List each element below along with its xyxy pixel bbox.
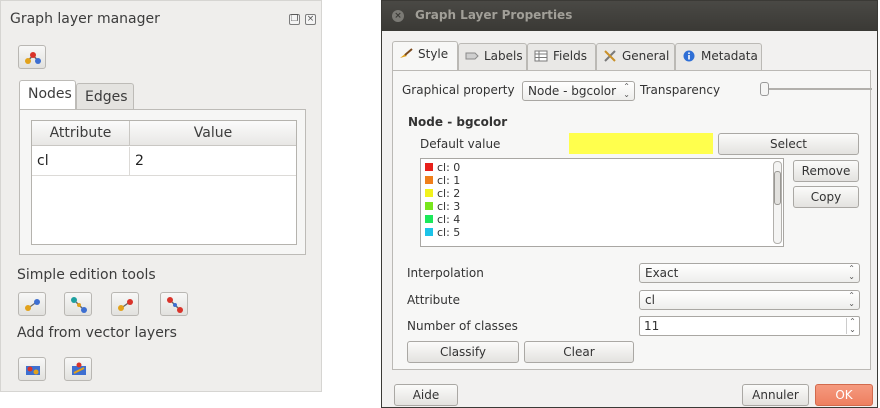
tab-fields-label: Fields: [553, 49, 587, 63]
dialog-title: Graph Layer Properties: [415, 8, 573, 22]
class-color-swatch: [425, 176, 433, 184]
class-item[interactable]: cl: 4: [425, 214, 460, 226]
cell-attribute[interactable]: cl: [32, 147, 130, 176]
help-button[interactable]: Aide: [394, 384, 458, 406]
tab-metadata-label: Metadata: [701, 49, 758, 63]
interpolation-select[interactable]: Exact ⌃ ⌄: [639, 263, 860, 283]
remove-button[interactable]: Remove: [793, 160, 859, 182]
import-nodes-button[interactable]: [18, 357, 46, 381]
number-of-classes-label: Number of classes: [407, 319, 518, 333]
move-node-button[interactable]: [111, 292, 139, 316]
tab-fields[interactable]: Fields: [527, 43, 596, 70]
table-icon: [534, 50, 548, 62]
cancel-button[interactable]: Annuler: [742, 384, 809, 406]
attribute-value: cl: [645, 293, 655, 307]
delete-node-icon: [167, 297, 183, 313]
graph-layer-properties-dialog: × Graph Layer Properties Style Labels Fi…: [381, 0, 878, 408]
dialog-titlebar: × Graph Layer Properties: [382, 1, 877, 31]
delete-node-button[interactable]: [160, 292, 188, 316]
class-list-scroll-thumb[interactable]: [774, 171, 781, 205]
brush-icon: [400, 48, 413, 58]
import-edges-button[interactable]: [64, 357, 92, 381]
attribute-label: Attribute: [407, 293, 460, 307]
graphical-property-select[interactable]: Node - bgcolor ⌃ ⌄: [522, 81, 635, 101]
class-item[interactable]: cl: 2: [425, 188, 460, 200]
spin-arrows-icon[interactable]: ⌃ ⌄: [846, 318, 858, 334]
add-node-button[interactable]: [18, 292, 46, 316]
spin-arrows-icon: ⌃ ⌄: [848, 291, 855, 308]
graphical-property-value: Node - bgcolor: [528, 84, 617, 98]
add-edge-icon: [71, 297, 87, 313]
spin-arrows-icon: ⌃ ⌄: [848, 264, 855, 281]
interpolation-label: Interpolation: [407, 266, 484, 280]
default-value-label: Default value: [420, 137, 501, 151]
header-attribute[interactable]: Attribute: [32, 121, 130, 146]
attribute-table: Attribute Value cl 2: [31, 120, 297, 245]
close-icon[interactable]: ×: [305, 14, 316, 25]
label-icon: [465, 52, 479, 60]
panel-title: Graph layer manager: [10, 11, 160, 27]
ok-button[interactable]: OK: [815, 384, 873, 406]
nodes-tab-pane: Attribute Value cl 2: [19, 109, 306, 255]
transparency-slider-handle[interactable]: [760, 82, 769, 96]
class-item[interactable]: cl: 1: [425, 175, 460, 187]
header-value[interactable]: Value: [130, 121, 296, 146]
interpolation-value: Exact: [645, 266, 679, 280]
class-color-swatch: [425, 215, 433, 223]
import-nodes-icon: [26, 366, 40, 375]
move-node-icon: [118, 299, 133, 311]
spin-arrows-icon: ⌃ ⌄: [623, 82, 630, 99]
class-color-swatch: [425, 202, 433, 210]
graphical-property-label: Graphical property: [402, 83, 515, 97]
number-of-classes-value: 11: [644, 319, 660, 333]
class-color-swatch: [425, 228, 433, 236]
select-button[interactable]: Select: [718, 133, 859, 155]
class-list[interactable]: cl: 0 cl: 1 cl: 2 cl: 3 cl: 4 cl: 5: [420, 158, 784, 247]
tab-style[interactable]: Style: [392, 41, 458, 71]
tab-general-label: General: [622, 49, 670, 63]
cell-value[interactable]: 2: [130, 147, 296, 176]
class-item[interactable]: cl: 0: [425, 162, 460, 174]
number-of-classes-spinbox[interactable]: 11 ⌃ ⌄: [639, 316, 860, 336]
tab-nodes[interactable]: Nodes: [19, 80, 76, 111]
transparency-label: Transparency: [640, 83, 721, 97]
add-edge-button[interactable]: [64, 292, 92, 316]
info-icon: [683, 50, 695, 62]
tab-edges[interactable]: Edges: [76, 83, 134, 111]
tab-general[interactable]: General: [596, 43, 675, 70]
tab-labels-label: Labels: [484, 49, 523, 63]
class-color-swatch: [425, 189, 433, 197]
attribute-select[interactable]: cl ⌃ ⌄: [639, 290, 860, 310]
add-from-vector-layers-label: Add from vector layers: [17, 325, 177, 341]
graph-layer-manager-panel: Graph layer manager ❐ × Nodes Edges Attr…: [0, 0, 322, 392]
layer-tool-button[interactable]: [18, 45, 46, 69]
import-edges-icon: [72, 362, 86, 375]
class-item[interactable]: cl: 3: [425, 201, 460, 213]
class-color-swatch: [425, 163, 433, 171]
add-node-icon: [25, 299, 40, 311]
tab-metadata[interactable]: Metadata: [675, 43, 762, 70]
graph-icon: [25, 52, 41, 64]
copy-button[interactable]: Copy: [793, 186, 859, 208]
close-icon[interactable]: ×: [392, 10, 404, 22]
transparency-slider-track[interactable]: [763, 88, 872, 90]
classify-button[interactable]: Classify: [407, 341, 519, 363]
simple-edition-tools-label: Simple edition tools: [17, 267, 156, 283]
tab-labels[interactable]: Labels: [458, 43, 527, 70]
float-icon[interactable]: ❐: [289, 14, 300, 25]
class-item[interactable]: cl: 5: [425, 227, 460, 239]
tab-style-label: Style: [418, 47, 449, 61]
default-color-swatch[interactable]: [569, 133, 713, 154]
section-title: Node - bgcolor: [408, 115, 508, 129]
tools-icon: [604, 50, 616, 62]
clear-button[interactable]: Clear: [524, 341, 634, 363]
